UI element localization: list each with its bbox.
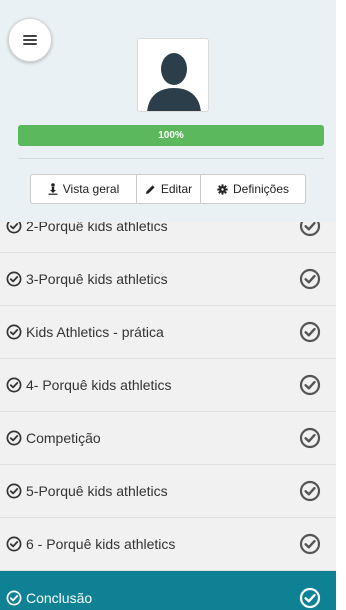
edit-button[interactable]: Editar bbox=[136, 174, 201, 204]
lesson-item[interactable]: 5-Porquê kids athletics bbox=[0, 465, 336, 518]
check-circle-icon bbox=[6, 536, 22, 552]
course-progress-bar: 100% bbox=[18, 125, 324, 146]
progress-label: 100% bbox=[158, 130, 184, 141]
lesson-item[interactable]: 3-Porquê kids athletics bbox=[0, 253, 336, 306]
lesson-title: 5-Porquê kids athletics bbox=[26, 483, 168, 499]
hamburger-icon bbox=[23, 35, 37, 45]
lesson-title: 6 - Porquê kids athletics bbox=[26, 536, 176, 552]
lesson-title: Competição bbox=[26, 430, 101, 446]
user-silhouette-icon bbox=[147, 53, 201, 111]
settings-label: Definições bbox=[232, 182, 290, 196]
completed-check-icon bbox=[299, 427, 321, 449]
overview-button[interactable]: Vista geral bbox=[30, 174, 137, 204]
lesson-item-active[interactable]: Conclusão bbox=[0, 571, 336, 610]
lesson-item[interactable]: 4- Porquê kids athletics bbox=[0, 359, 336, 412]
lesson-title: Conclusão bbox=[26, 589, 93, 606]
completed-check-icon bbox=[299, 587, 321, 608]
lesson-item[interactable]: 6 - Porquê kids athletics bbox=[0, 518, 336, 571]
menu-toggle-button[interactable] bbox=[8, 18, 52, 62]
pencil-icon bbox=[145, 184, 155, 194]
divider bbox=[18, 158, 324, 159]
gear-icon bbox=[217, 183, 228, 195]
completed-check-icon bbox=[299, 480, 321, 502]
check-circle-icon bbox=[6, 377, 22, 393]
lesson-list: 2-Porquê kids athletics 3-Porquê kids at… bbox=[0, 200, 336, 610]
course-sidebar: 2-Porquê kids athletics 3-Porquê kids at… bbox=[0, 0, 336, 610]
check-circle-icon bbox=[6, 590, 22, 605]
check-circle-icon bbox=[6, 271, 22, 287]
lesson-item[interactable]: Kids Athletics - prática bbox=[0, 306, 336, 359]
lesson-title: 4- Porquê kids athletics bbox=[26, 377, 172, 393]
overview-label: Vista geral bbox=[62, 182, 120, 196]
course-actions: Vista geral Editar Definições bbox=[30, 174, 306, 204]
sidebar-header: 100% Vista geral Editar Definições bbox=[0, 0, 336, 222]
lesson-title: 3-Porquê kids athletics bbox=[26, 271, 168, 287]
download-person-icon bbox=[48, 183, 58, 195]
content-edge bbox=[336, 0, 346, 610]
check-circle-icon bbox=[6, 430, 22, 446]
completed-check-icon bbox=[299, 374, 321, 396]
avatar bbox=[137, 38, 209, 112]
check-circle-icon bbox=[6, 324, 22, 340]
settings-button[interactable]: Definições bbox=[200, 174, 306, 204]
lesson-title: Kids Athletics - prática bbox=[26, 324, 164, 340]
completed-check-icon bbox=[299, 321, 321, 343]
lesson-item[interactable]: Competição bbox=[0, 412, 336, 465]
check-circle-icon bbox=[6, 483, 22, 499]
completed-check-icon bbox=[299, 268, 321, 290]
edit-label: Editar bbox=[160, 182, 193, 196]
completed-check-icon bbox=[299, 533, 321, 555]
